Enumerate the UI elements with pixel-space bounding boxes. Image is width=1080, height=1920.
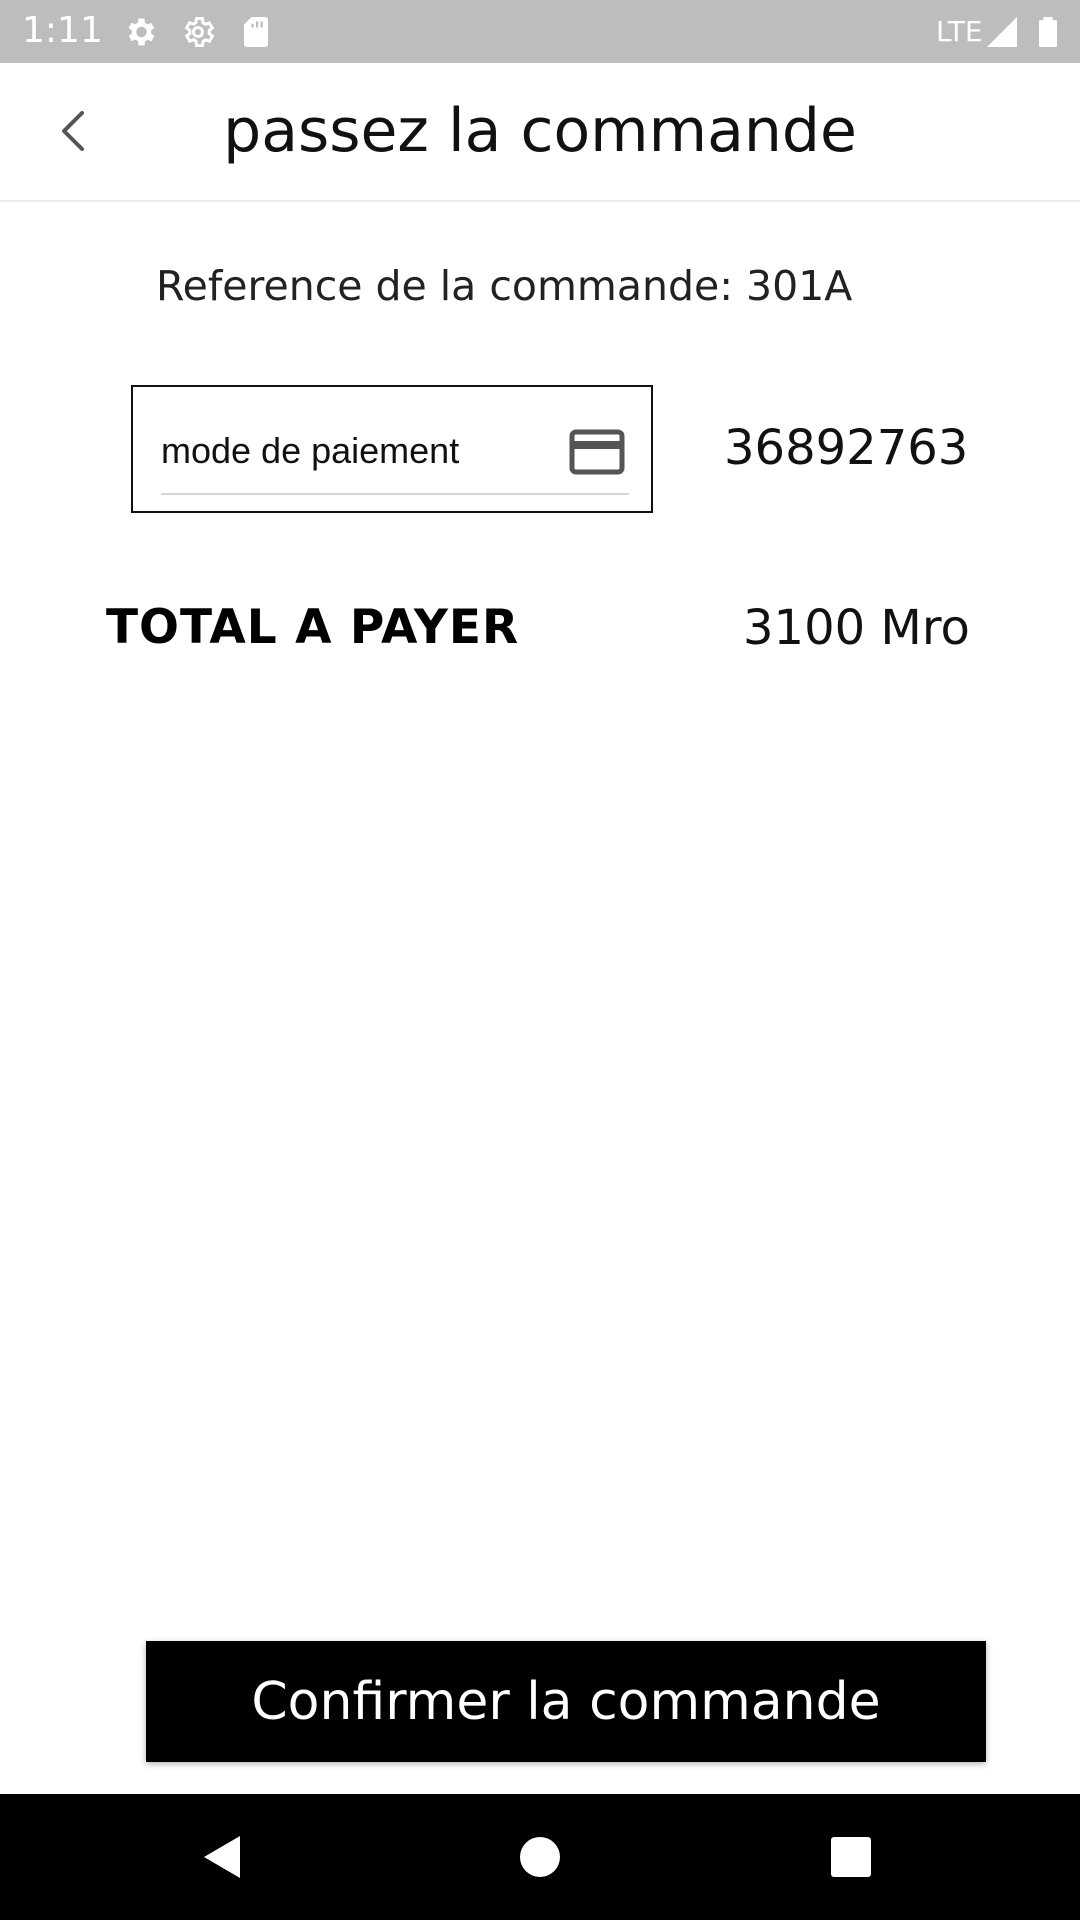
battery-icon bbox=[1039, 17, 1057, 47]
payment-field-underline bbox=[161, 493, 629, 495]
credit-card-icon bbox=[569, 429, 625, 475]
settings-icon bbox=[128, 18, 155, 46]
system-nav-bar bbox=[0, 1794, 1080, 1920]
payment-method-field[interactable]: mode de paiement bbox=[131, 385, 653, 513]
status-bar: 1:11 LTE bbox=[0, 0, 1080, 63]
page-title: passez la commande bbox=[223, 96, 857, 166]
network-type: LTE bbox=[936, 15, 983, 48]
settings-outline-icon bbox=[184, 17, 215, 47]
app-bar: passez la commande bbox=[0, 63, 1080, 202]
signal-icon bbox=[987, 17, 1017, 47]
total-label: TOTAL A PAYER bbox=[106, 600, 520, 655]
payment-method-label: mode de paiement bbox=[161, 430, 460, 471]
status-time: 1:11 bbox=[22, 10, 103, 51]
back-triangle-icon[interactable] bbox=[190, 1824, 256, 1890]
recents-square-icon[interactable] bbox=[818, 1824, 884, 1890]
confirm-order-button[interactable]: Confirmer la commande bbox=[146, 1641, 986, 1762]
sd-card-icon bbox=[244, 17, 268, 47]
order-reference: Reference de la commande: 301A bbox=[156, 262, 853, 310]
chevron-left-icon[interactable] bbox=[44, 101, 104, 161]
home-circle-icon[interactable] bbox=[507, 1824, 573, 1890]
payment-number: 36892763 bbox=[724, 420, 969, 476]
total-value: 3100 Mro bbox=[743, 600, 970, 656]
